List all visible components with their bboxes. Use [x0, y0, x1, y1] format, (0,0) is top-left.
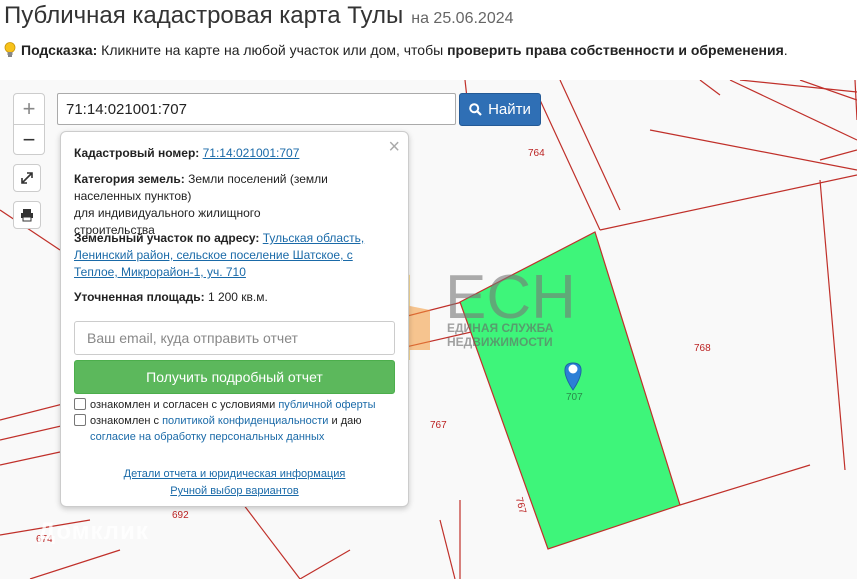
land-category-label: Категория земель: [74, 172, 185, 186]
parcel-label-767: 767 [430, 420, 447, 431]
parcel-label-692: 692 [172, 510, 189, 521]
hint-bold: проверить права собственности и обремене… [447, 42, 784, 58]
parcel-label-764: 764 [528, 148, 545, 159]
watermark-text: Домклик [38, 518, 149, 545]
expand-icon [21, 172, 33, 184]
hint-bar: Подсказка: Кликните на карте на любой уч… [4, 42, 788, 58]
address-label: Земельный участок по адресу: [74, 231, 260, 245]
public-offer-link[interactable]: публичной оферты [278, 399, 375, 411]
printer-icon [21, 209, 33, 222]
privacy-policy-link[interactable]: политикой конфиденциальности [162, 415, 328, 427]
privacy-consent-checkbox[interactable] [74, 414, 86, 426]
zoom-control: + − [13, 93, 45, 155]
manual-choice-row: Ручной выбор вариантов [61, 485, 408, 497]
area-row: Уточненная площадь: 1 200 кв.м. [74, 289, 394, 306]
parcel-info-popup: × Кадастровый номер: 71:14:021001:707 Ка… [60, 131, 409, 507]
domclick-watermark: Домклик [38, 518, 149, 546]
cadastral-number-row: Кадастровый номер: 71:14:021001:707 [74, 145, 394, 162]
cadastral-number-link[interactable]: 71:14:021001:707 [203, 146, 300, 160]
personal-data-link[interactable]: согласие на обработку персональных данны… [90, 431, 324, 443]
fullscreen-button[interactable] [13, 164, 41, 192]
page-title: Публичная кадастровая карта Тулы [4, 2, 404, 29]
privacy-consent-row: ознакомлен с политикой конфиденциальност… [74, 413, 394, 445]
parcel-label-707: 707 [566, 392, 583, 403]
cadastral-map[interactable]: ЕСН ЕДИНАЯ СЛУЖБА НЕДВИЖИМОСТИ 764 768 7… [0, 80, 857, 579]
offer-consent-text: ознакомлен и согласен с условиями [90, 399, 279, 411]
parcel-label-768: 768 [694, 343, 711, 354]
page-header: Публичная кадастровая карта Тулы на 25.0… [4, 2, 514, 36]
privacy-consent-mid: и даю [328, 415, 362, 427]
page-date: на 25.06.2024 [411, 10, 514, 27]
manual-choice-link[interactable]: Ручной выбор вариантов [170, 485, 298, 497]
report-details-link[interactable]: Детали отчета и юридическая информация [124, 468, 346, 480]
print-button[interactable] [13, 201, 41, 229]
hint-label: Подсказка: [21, 42, 98, 58]
privacy-consent-text: ознакомлен с [90, 415, 163, 427]
zoom-in-button[interactable]: + [14, 94, 44, 124]
search-button[interactable]: Найти [459, 93, 541, 126]
logo-line2: НЕДВИЖИМОСТИ [447, 335, 553, 349]
email-input[interactable] [74, 321, 395, 355]
cadastral-search-input[interactable] [57, 93, 456, 125]
search-button-label: Найти [488, 101, 531, 118]
cadastral-number-label: Кадастровый номер: [74, 146, 200, 160]
offer-consent-row: ознакомлен и согласен с условиями публич… [74, 397, 394, 413]
area-value: 1 200 кв.м. [207, 290, 268, 304]
hint-end: . [783, 42, 788, 58]
address-row: Земельный участок по адресу: Тульская об… [74, 230, 369, 281]
zoom-out-button[interactable]: − [14, 124, 44, 154]
area-label: Уточненная площадь: [74, 290, 205, 304]
hint-text: Кликните на карте на любой участок или д… [97, 42, 448, 58]
land-category-row: Категория земель: Земли поселений (земли… [74, 171, 344, 239]
lightbulb-icon [4, 42, 16, 57]
get-report-button[interactable]: Получить подробный отчет [74, 360, 395, 394]
logo-line1: ЕДИНАЯ СЛУЖБА [447, 321, 554, 335]
details-link-row: Детали отчета и юридическая информация [61, 468, 408, 480]
offer-consent-checkbox[interactable] [74, 398, 86, 410]
search-icon [469, 103, 482, 116]
